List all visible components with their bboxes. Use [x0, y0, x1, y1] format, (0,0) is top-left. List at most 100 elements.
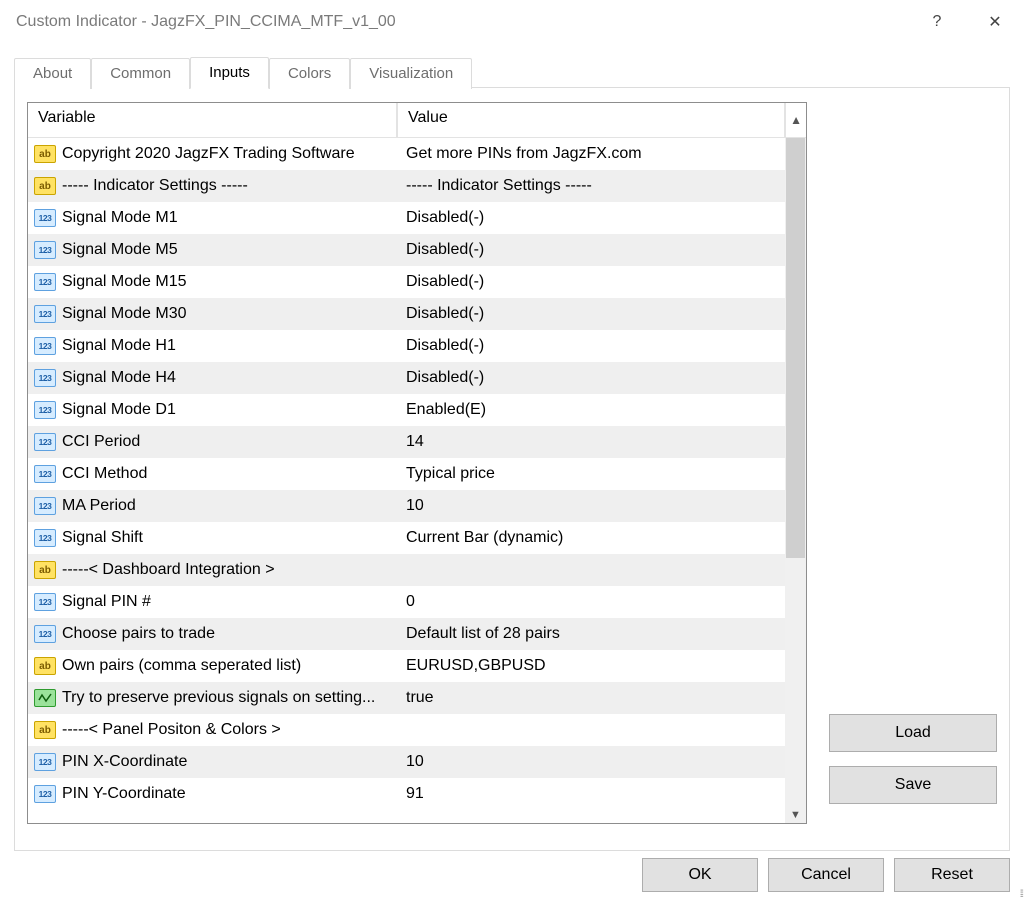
tab-visualization[interactable]: Visualization	[350, 58, 472, 89]
table-row[interactable]: Choose pairs to tradeDefault list of 28 …	[28, 618, 785, 650]
table-body: Copyright 2020 JagzFX Trading Software Ge…	[28, 138, 785, 823]
value-cell[interactable]: Disabled(-)	[396, 305, 785, 323]
close-button[interactable]: ✕	[966, 0, 1024, 44]
value-cell[interactable]: true	[396, 689, 785, 707]
string-type-icon	[34, 657, 56, 675]
tab-inputs[interactable]: Inputs	[190, 57, 269, 89]
value-cell[interactable]: Disabled(-)	[396, 209, 785, 227]
number-type-icon	[34, 401, 56, 419]
table-row[interactable]: Signal Mode H1 Disabled(-)	[28, 330, 785, 362]
variable-name: Signal Mode H4	[62, 369, 176, 387]
value-cell[interactable]: Typical price	[396, 465, 785, 483]
number-type-icon	[34, 465, 56, 483]
value-cell[interactable]: Get more PINs from JagzFX.com	[396, 145, 785, 163]
variable-cell: CCI Period	[28, 433, 396, 451]
variable-name: CCI Method	[62, 465, 147, 483]
variable-cell: Signal PIN #	[28, 593, 396, 611]
table-row[interactable]: Signal Mode M1Disabled(-)	[28, 202, 785, 234]
variable-name: Signal Mode M30	[62, 305, 187, 323]
table-row[interactable]: Signal Mode D1Enabled(E)	[28, 394, 785, 426]
table-row[interactable]: Signal ShiftCurrent Bar (dynamic)	[28, 522, 785, 554]
number-type-icon	[34, 785, 56, 803]
side-buttons: Load Save	[829, 714, 997, 818]
number-type-icon	[34, 433, 56, 451]
string-type-icon	[34, 177, 56, 195]
value-cell[interactable]: ----- Indicator Settings -----	[396, 177, 785, 195]
variable-cell: PIN Y-Coordinate	[28, 785, 396, 803]
window-title: Custom Indicator - JagzFX_PIN_CCIMA_MTF_…	[16, 13, 908, 31]
vertical-scrollbar[interactable]: ▼	[785, 138, 806, 823]
reset-button[interactable]: Reset	[894, 858, 1010, 892]
table-row[interactable]: Own pairs (comma seperated list) EURUSD,G…	[28, 650, 785, 682]
table-row[interactable]: Copyright 2020 JagzFX Trading Software Ge…	[28, 138, 785, 170]
value-cell[interactable]: 14	[396, 433, 785, 451]
variable-name: Signal Mode H1	[62, 337, 176, 355]
value-cell[interactable]: 10	[396, 753, 785, 771]
scroll-down-icon[interactable]: ▼	[785, 809, 806, 821]
tab-strip: About Common Inputs Colors Visualization	[14, 56, 1010, 88]
table-row[interactable]: -----< Panel Positon & Colors >	[28, 714, 785, 746]
scroll-up-icon[interactable]: ▲	[785, 103, 806, 138]
load-button[interactable]: Load	[829, 714, 997, 752]
value-cell[interactable]: 10	[396, 497, 785, 515]
table-row[interactable]: Signal Mode M15Disabled(-)	[28, 266, 785, 298]
variable-cell: Own pairs (comma seperated list)	[28, 657, 396, 675]
bottom-buttons: OK Cancel Reset	[642, 858, 1010, 892]
scrollbar-thumb[interactable]	[786, 138, 805, 558]
variable-name: Copyright 2020 JagzFX Trading Software	[62, 145, 355, 163]
value-cell[interactable]: Disabled(-)	[396, 337, 785, 355]
variable-name: MA Period	[62, 497, 136, 515]
variable-cell: -----< Panel Positon & Colors >	[28, 721, 396, 739]
table-row[interactable]: -----< Dashboard Integration >	[28, 554, 785, 586]
ok-button[interactable]: OK	[642, 858, 758, 892]
string-type-icon	[34, 721, 56, 739]
variable-cell: Signal Mode M1	[28, 209, 396, 227]
table-row[interactable]: Signal Mode H4 Disabled(-)	[28, 362, 785, 394]
bool-type-icon	[34, 689, 56, 707]
number-type-icon	[34, 497, 56, 515]
variable-cell: Choose pairs to trade	[28, 625, 396, 643]
table-row[interactable]: Try to preserve previous signals on sett…	[28, 682, 785, 714]
variable-name: CCI Period	[62, 433, 140, 451]
variable-cell: Signal Mode H4	[28, 369, 396, 387]
value-cell[interactable]: 0	[396, 593, 785, 611]
tab-colors[interactable]: Colors	[269, 58, 350, 89]
table-row[interactable]: CCI Method Typical price	[28, 458, 785, 490]
header-value[interactable]: Value	[397, 103, 785, 138]
value-cell[interactable]: 91	[396, 785, 785, 803]
variable-cell: Try to preserve previous signals on sett…	[28, 689, 396, 707]
variable-name: -----< Panel Positon & Colors >	[62, 721, 281, 739]
table-row[interactable]: Signal Mode M30 Disabled(-)	[28, 298, 785, 330]
tab-about[interactable]: About	[14, 58, 91, 89]
variable-name: Signal PIN #	[62, 593, 151, 611]
cancel-button[interactable]: Cancel	[768, 858, 884, 892]
dialog-window: Custom Indicator - JagzFX_PIN_CCIMA_MTF_…	[0, 0, 1024, 902]
value-cell[interactable]: EURUSD,GBPUSD	[396, 657, 785, 675]
variable-name: Own pairs (comma seperated list)	[62, 657, 301, 675]
value-cell[interactable]: Current Bar (dynamic)	[396, 529, 785, 547]
table-row[interactable]: MA Period 10	[28, 490, 785, 522]
value-cell[interactable]: Default list of 28 pairs	[396, 625, 785, 643]
table-row[interactable]: PIN Y-Coordinate91	[28, 778, 785, 810]
tab-common[interactable]: Common	[91, 58, 190, 89]
value-cell[interactable]: Disabled(-)	[396, 369, 785, 387]
save-button[interactable]: Save	[829, 766, 997, 804]
number-type-icon	[34, 337, 56, 355]
value-cell[interactable]: Disabled(-)	[396, 273, 785, 291]
inputs-table: Variable Value ▲ Copyright 2020 JagzFX T…	[27, 102, 807, 824]
table-row[interactable]: Signal Mode M5Disabled(-)	[28, 234, 785, 266]
tab-panel: Variable Value ▲ Copyright 2020 JagzFX T…	[14, 87, 1010, 851]
header-variable[interactable]: Variable	[28, 103, 397, 138]
help-button[interactable]: ?	[908, 0, 966, 44]
value-cell[interactable]: Disabled(-)	[396, 241, 785, 259]
resize-grip-icon[interactable]: ⁞⁞⁞	[1020, 889, 1022, 900]
variable-cell: Signal Mode H1	[28, 337, 396, 355]
number-type-icon	[34, 305, 56, 323]
table-row[interactable]: CCI Period 14	[28, 426, 785, 458]
client-area: About Common Inputs Colors Visualization…	[0, 44, 1024, 901]
number-type-icon	[34, 529, 56, 547]
table-row[interactable]: ----- Indicator Settings ---------- Indi…	[28, 170, 785, 202]
value-cell[interactable]: Enabled(E)	[396, 401, 785, 419]
table-row[interactable]: PIN X-Coordinate10	[28, 746, 785, 778]
table-row[interactable]: Signal PIN # 0	[28, 586, 785, 618]
